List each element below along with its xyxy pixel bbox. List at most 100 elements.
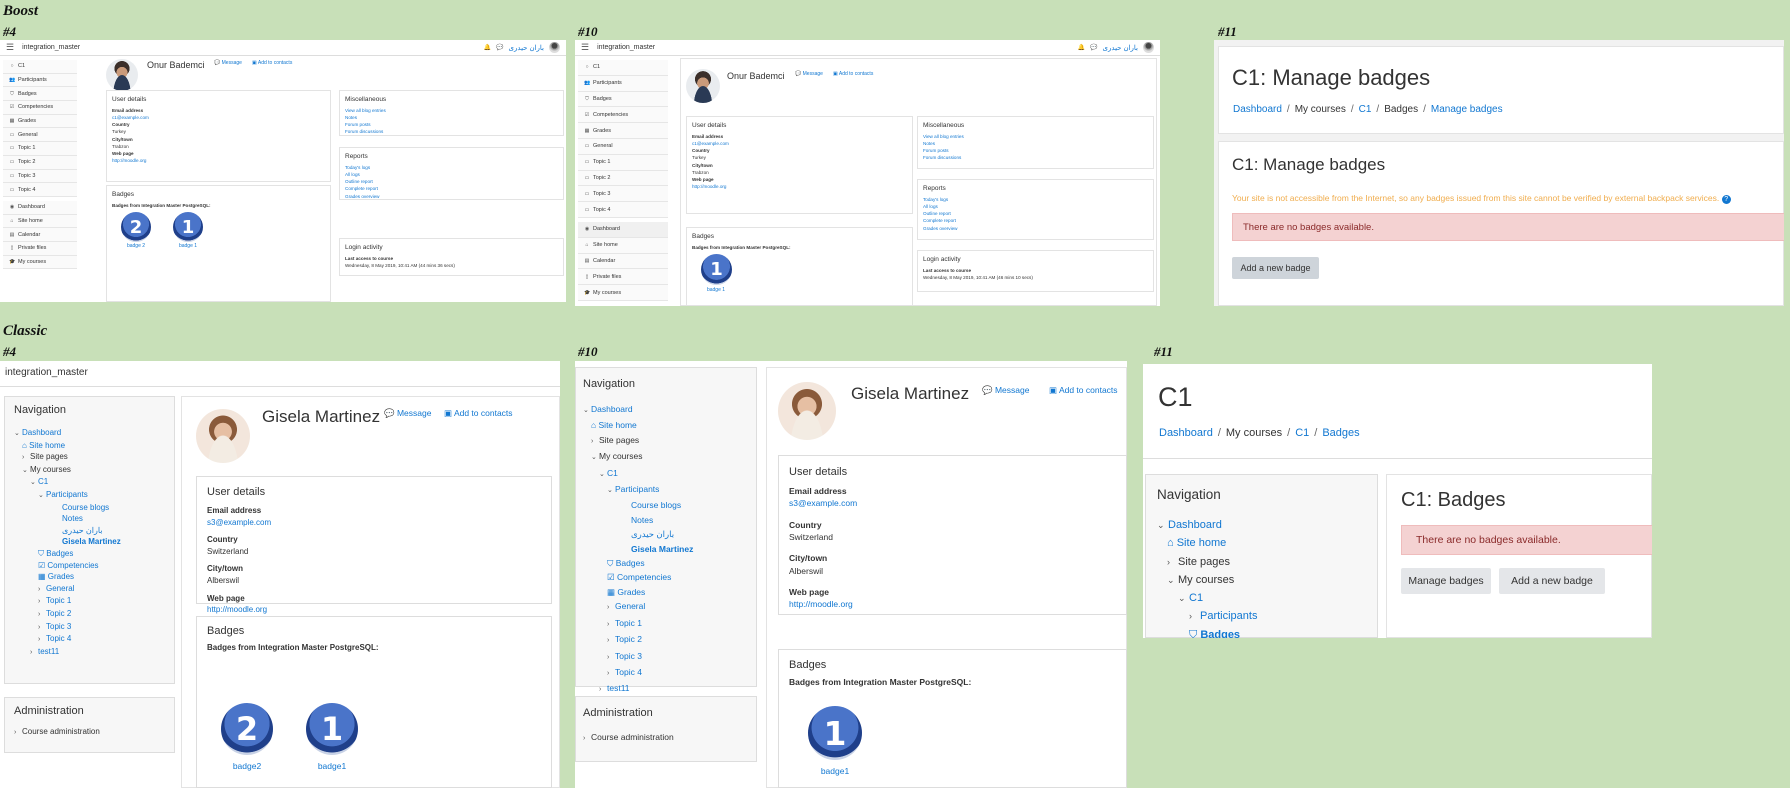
add-contacts-link[interactable]: ▣ Add to contacts [252,60,292,66]
nav-topic1[interactable]: › Topic 1 [583,616,693,632]
nav-item-dashboard[interactable]: ◉ Dashboard [578,221,668,238]
email-link[interactable]: c1@example.com [112,114,325,121]
message-link[interactable]: 💬 Message [982,385,1029,396]
nav-item-topic1[interactable]: ▭ Topic 1 [578,154,668,171]
nav-test11[interactable]: › test11 [14,646,121,659]
nav-course-blogs[interactable]: Course blogs [14,502,121,514]
nav-item-topic4[interactable]: ▭ Topic 4 [578,202,668,218]
add-contacts-link[interactable]: ▣ Add to contacts [444,408,513,419]
site-name[interactable]: integration_master [5,367,88,378]
all-logs-link[interactable]: All logs [345,171,558,178]
nav-item-my-courses[interactable]: 🎓 My courses [578,285,668,301]
nav-general[interactable]: › General [583,599,693,615]
nav-item-c1[interactable]: ○ C1 [3,60,77,74]
site-name[interactable]: integration_master [597,44,655,51]
forum-posts-link[interactable]: Forum posts [923,147,1148,154]
chat-icon[interactable]: 💬 [1090,44,1097,51]
nav-dashboard[interactable]: ⌄ Dashboard [583,402,693,418]
nav-course-blogs[interactable]: Course blogs [583,498,693,512]
nav-item-badges[interactable]: ⛉ Badges [3,87,77,102]
web-link[interactable]: http://moodle.org [789,598,1116,610]
nav-grades[interactable]: ▦ Grades [14,571,121,583]
nav-item-calendar[interactable]: ▤ Calendar [3,228,77,242]
nav-item-topic3[interactable]: ▭ Topic 3 [3,169,77,184]
nav-notes[interactable]: Notes [14,513,121,525]
nav-site-pages[interactable]: › Site pages [14,451,121,464]
nav-item-site-home[interactable]: ⌂ Site home [3,214,77,229]
message-link[interactable]: 💬 Message [795,71,823,77]
nav-badges[interactable]: ⛉ Badges [14,548,121,560]
badge-1-image[interactable]: 1 [173,212,203,242]
badge-2-image[interactable]: 2 [121,212,151,242]
nav-rtl-user[interactable]: باران حیدری [14,525,121,537]
bell-icon[interactable]: 🔔 [484,44,491,51]
nav-item-dashboard[interactable]: ◉ Dashboard [3,200,77,215]
nav-item-private-files[interactable]: ▯ Private files [3,241,77,256]
blog-entries-link[interactable]: View all blog entries [923,133,1148,140]
message-link[interactable]: 💬 Message [214,60,242,66]
badge-1-label[interactable]: badge 1 [696,287,736,293]
badge-1-image[interactable]: 1 [306,703,358,755]
course-administration[interactable]: › Course administration [14,727,100,736]
nav-my-courses[interactable]: ⌄ My courses [583,449,693,465]
avatar[interactable] [1143,42,1154,53]
nav-topic3[interactable]: › Topic 3 [583,649,693,665]
bell-icon[interactable]: 🔔 [1078,44,1085,51]
forum-posts-link[interactable]: Forum posts [345,121,558,128]
forum-discussions-link[interactable]: Forum discussions [923,154,1148,161]
nav-my-courses[interactable]: ⌄ My courses [14,464,121,477]
nav-participants[interactable]: ⌄ Participants [14,489,121,502]
badge-1-label[interactable]: badge 1 [168,243,208,249]
nav-item-topic2[interactable]: ▭ Topic 2 [3,155,77,170]
breadcrumb-manage-badges[interactable]: Manage badges [1431,104,1503,115]
add-contacts-link[interactable]: ▣ Add to contacts [1049,385,1118,396]
blog-entries-link[interactable]: View all blog entries [345,107,558,114]
nav-my-courses[interactable]: ⌄ My courses [1157,571,1257,589]
nav-site-pages[interactable]: › Site pages [583,433,693,449]
nav-topic2[interactable]: › Topic 2 [14,608,121,621]
all-logs-link[interactable]: All logs [923,203,1148,210]
nav-topic4[interactable]: › Topic 4 [14,633,121,646]
todays-logs-link[interactable]: Today's logs [923,196,1148,203]
web-link[interactable]: http://moodle.org [112,157,325,164]
breadcrumb-c1[interactable]: C1 [1295,427,1309,439]
question-circle-icon[interactable]: ? [1721,195,1731,204]
nav-site-home[interactable]: ⌂ Site home [583,418,693,432]
grades-overview-link[interactable]: Grades overview [923,225,1148,232]
breadcrumb-badges[interactable]: Badges [1322,427,1359,439]
nav-item-c1[interactable]: ○ C1 [578,60,668,76]
nav-topic1[interactable]: › Topic 1 [14,595,121,608]
nav-item-participants[interactable]: 👥 Participants [3,73,77,88]
badge-2-label[interactable]: badge 2 [116,243,156,249]
nav-topic3[interactable]: › Topic 3 [14,621,121,634]
outline-report-link[interactable]: Outline report [923,210,1148,217]
nav-current-user[interactable]: Gisela Martinez [583,542,693,556]
nav-competencies[interactable]: ☑ Competencies [14,560,121,572]
nav-item-general[interactable]: ▭ General [3,128,77,143]
course-administration[interactable]: › Course administration [583,732,674,742]
manage-badges-button[interactable]: Manage badges [1401,568,1491,594]
nav-item-my-courses[interactable]: 🎓 My courses [3,255,77,270]
badge-1-image[interactable]: 1 [701,254,732,285]
nav-site-pages[interactable]: › Site pages [1157,553,1257,571]
nav-c1[interactable]: ⌄ C1 [14,476,121,489]
email-link[interactable]: c1@example.com [692,140,907,147]
badge-1-image[interactable]: 1 [808,706,862,760]
todays-logs-link[interactable]: Today's logs [345,164,558,171]
nav-dashboard[interactable]: ⌄ Dashboard [1157,516,1257,534]
email-link[interactable]: s3@example.com [789,497,1116,509]
nav-grades[interactable]: ▦ Grades [583,585,693,599]
complete-report-link[interactable]: Complete report [345,185,558,192]
notes-link[interactable]: Notes [345,114,558,121]
nav-item-general[interactable]: ▭ General [578,138,668,155]
nav-badges[interactable]: ⛉ Badges [583,556,693,570]
nav-topic4[interactable]: › Topic 4 [583,665,693,681]
hamburger-icon[interactable]: ☰ [6,42,14,53]
nav-rtl-user[interactable]: باران حیدری [583,527,693,541]
nav-item-site-home[interactable]: ⌂ Site home [578,237,668,254]
nav-c1[interactable]: ⌄ C1 [1157,589,1257,607]
add-contacts-link[interactable]: ▣ Add to contacts [833,71,873,77]
nav-item-topic2[interactable]: ▭ Topic 2 [578,170,668,187]
web-link[interactable]: http://moodle.org [692,183,907,190]
badge-2-image[interactable]: 2 [221,703,273,755]
